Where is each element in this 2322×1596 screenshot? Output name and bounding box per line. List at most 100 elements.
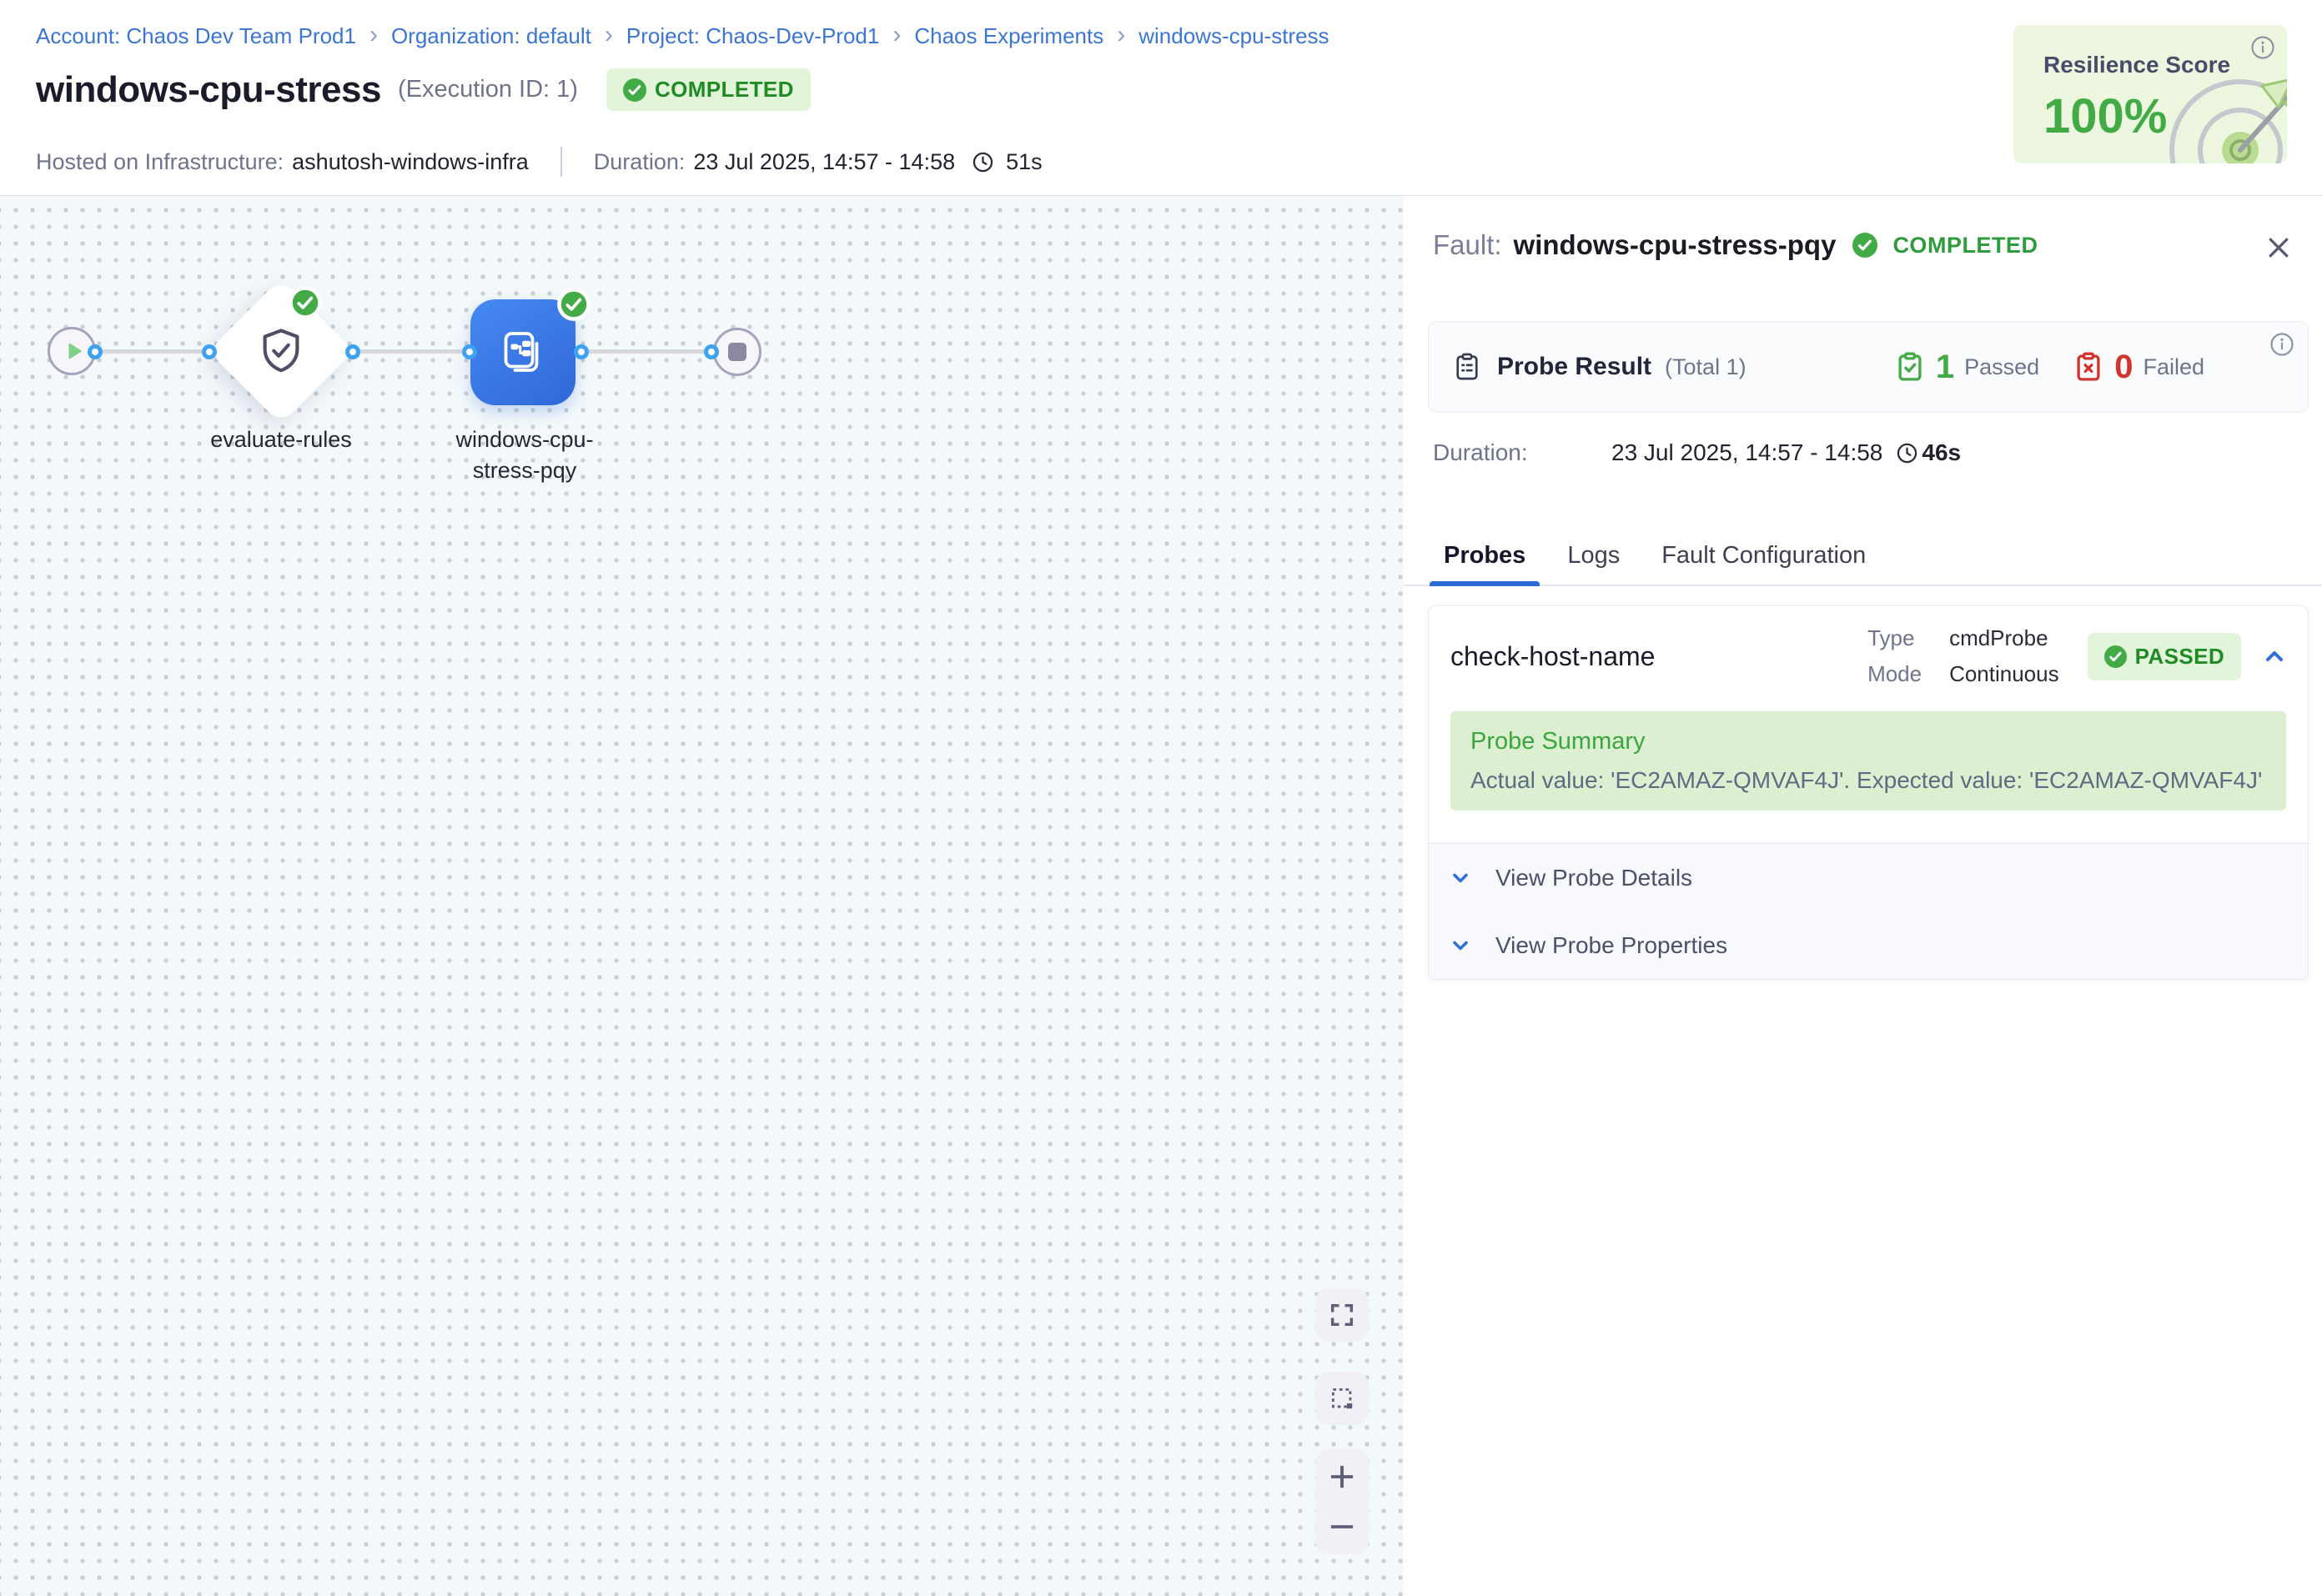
fault-status-text: COMPLETED xyxy=(1892,233,2038,258)
page-header: Account: Chaos Dev Team Prod1 › Organiza… xyxy=(0,0,2322,196)
fault-details-panel: Fault: windows-cpu-stress-pqy COMPLETED … xyxy=(1404,196,2322,1596)
node-success-badge-icon xyxy=(289,286,322,319)
breadcrumb-separator-icon: › xyxy=(1117,23,1125,48)
probe-card: check-host-name Type cmdProbe Mode Conti… xyxy=(1428,605,2309,980)
play-icon xyxy=(63,340,85,362)
check-circle-icon xyxy=(2104,645,2127,668)
probe-summary-text: Actual value: 'EC2AMAZ-QMVAF4J'. Expecte… xyxy=(1470,767,2266,794)
probe-card-header[interactable]: check-host-name Type cmdProbe Mode Conti… xyxy=(1429,606,2308,706)
app-root: Account: Chaos Dev Team Prod1 › Organiza… xyxy=(0,0,2322,1596)
tab-probes[interactable]: Probes xyxy=(1430,526,1540,585)
breadcrumb-organization[interactable]: Organization: default xyxy=(391,23,591,49)
experiment-meta-row: Hosted on Infrastructure: ashutosh-windo… xyxy=(36,147,1043,177)
zoom-out-button[interactable] xyxy=(1315,1509,1369,1544)
probe-status-badge: PASSED xyxy=(2088,633,2241,680)
pipeline-end-node[interactable] xyxy=(713,328,761,376)
connector-port xyxy=(574,344,589,359)
probe-summary-title: Probe Summary xyxy=(1470,728,2266,755)
fullscreen-corners-icon xyxy=(1328,1301,1356,1329)
probe-summary-box: Probe Summary Actual value: 'EC2AMAZ-QMV… xyxy=(1450,711,2286,811)
duration-elapsed: 51s xyxy=(1006,149,1043,175)
resilience-score-card: Resilience Score 100% xyxy=(2013,25,2287,163)
clipboard-x-icon xyxy=(2073,351,2104,383)
duration-label: Duration: xyxy=(594,149,686,175)
breadcrumb-current[interactable]: windows-cpu-stress xyxy=(1138,23,1329,49)
probe-meta: Type cmdProbe Mode Continuous xyxy=(1867,625,2059,687)
canvas-fullscreen-button[interactable] xyxy=(1315,1288,1369,1342)
probe-mode-value: Continuous xyxy=(1949,661,2059,687)
experiment-status-text: COMPLETED xyxy=(655,77,794,103)
node-success-badge-icon xyxy=(557,288,591,321)
fault-label: Fault: xyxy=(1433,229,1502,261)
probe-result-card: Probe Result (Total 1) 1 Passed 0 Failed xyxy=(1428,321,2309,413)
connector-port xyxy=(462,344,477,359)
tab-fault-configuration[interactable]: Fault Configuration xyxy=(1647,526,1880,585)
active-tab-indicator xyxy=(1430,581,1540,586)
breadcrumb-account[interactable]: Account: Chaos Dev Team Prod1 xyxy=(36,23,356,49)
fault-header: Fault: windows-cpu-stress-pqy COMPLETED xyxy=(1433,229,2038,261)
node-label: windows-cpu- stress-pqy xyxy=(391,424,658,486)
clock-icon xyxy=(972,151,994,173)
divider xyxy=(560,147,562,177)
probe-result-counts: 1 Passed 0 Failed xyxy=(1894,349,2204,386)
connector-port xyxy=(704,344,719,359)
connector-port xyxy=(88,344,103,359)
fault-duration-value: 23 Jul 2025, 14:57 - 14:58 xyxy=(1611,439,1882,466)
probe-name: check-host-name xyxy=(1450,641,1655,672)
breadcrumb-chaos-experiments[interactable]: Chaos Experiments xyxy=(914,23,1103,49)
duration-value: 23 Jul 2025, 14:57 - 14:58 xyxy=(693,149,955,175)
close-icon xyxy=(2264,233,2294,263)
page-title: windows-cpu-stress xyxy=(36,69,381,111)
canvas-select-button[interactable] xyxy=(1315,1372,1369,1425)
minus-icon xyxy=(1324,1509,1360,1544)
clipboard-check-icon xyxy=(1894,351,1926,383)
breadcrumb-separator-icon: › xyxy=(605,23,613,48)
plus-icon xyxy=(1324,1459,1360,1494)
clipboard-icon xyxy=(1452,352,1482,382)
node-evaluate-rules[interactable] xyxy=(208,278,354,424)
chevron-down-icon xyxy=(1449,934,1472,957)
marquee-select-icon xyxy=(1328,1384,1356,1413)
probe-result-title: Probe Result xyxy=(1497,353,1651,381)
chevron-up-icon xyxy=(2261,643,2288,670)
infra-label: Hosted on Infrastructure: xyxy=(36,149,284,175)
connector-port xyxy=(202,344,217,359)
chevron-down-icon xyxy=(1449,866,1472,890)
passed-count: 1 xyxy=(1936,349,1954,386)
pipeline-edge xyxy=(75,349,713,354)
experiment-status-badge: COMPLETED xyxy=(606,68,811,111)
probe-mode-label: Mode xyxy=(1867,661,1931,687)
execution-id: (Execution ID: 1) xyxy=(398,76,578,103)
fault-duration-row: Duration: 23 Jul 2025, 14:57 - 14:58 46s xyxy=(1433,439,1961,466)
probe-type-value: cmdProbe xyxy=(1949,625,2059,651)
check-circle-icon xyxy=(623,78,646,102)
breadcrumb-project[interactable]: Project: Chaos-Dev-Prod1 xyxy=(626,23,879,49)
breadcrumb: Account: Chaos Dev Team Prod1 › Organiza… xyxy=(36,23,1329,49)
info-icon[interactable] xyxy=(2269,332,2294,357)
probe-type-label: Type xyxy=(1867,625,1931,651)
view-probe-properties-toggle[interactable]: View Probe Properties xyxy=(1429,911,2308,979)
view-probe-details-label: View Probe Details xyxy=(1495,865,1692,891)
failed-count: 0 xyxy=(2114,349,2133,386)
fault-duration-label: Duration: xyxy=(1433,439,1611,466)
close-panel-button[interactable] xyxy=(2264,233,2294,263)
probe-result-total: (Total 1) xyxy=(1665,354,1747,380)
experiment-doc-icon xyxy=(498,328,548,378)
fault-tabs: Probes Logs Fault Configuration xyxy=(1404,526,2322,586)
fault-duration-elapsed: 46s xyxy=(1922,439,1961,466)
breadcrumb-separator-icon: › xyxy=(892,23,901,48)
view-probe-properties-label: View Probe Properties xyxy=(1495,932,1727,959)
zoom-in-button[interactable] xyxy=(1315,1459,1369,1494)
collapse-probe-button[interactable] xyxy=(2261,643,2288,670)
tab-logs[interactable]: Logs xyxy=(1553,526,1634,585)
pipeline-canvas[interactable]: evaluate-rules windows-cpu- stress-pqy xyxy=(0,196,1404,1596)
infra-value: ashutosh-windows-infra xyxy=(292,149,529,175)
breadcrumb-separator-icon: › xyxy=(369,23,378,48)
stop-icon xyxy=(728,343,746,361)
failed-label: Failed xyxy=(2143,354,2204,380)
check-circle-icon xyxy=(1852,233,1877,258)
title-row: windows-cpu-stress (Execution ID: 1) COM… xyxy=(36,68,811,111)
canvas-zoom-controls xyxy=(1315,1449,1369,1554)
view-probe-details-toggle[interactable]: View Probe Details xyxy=(1429,844,2308,911)
passed-label: Passed xyxy=(1964,354,2039,380)
